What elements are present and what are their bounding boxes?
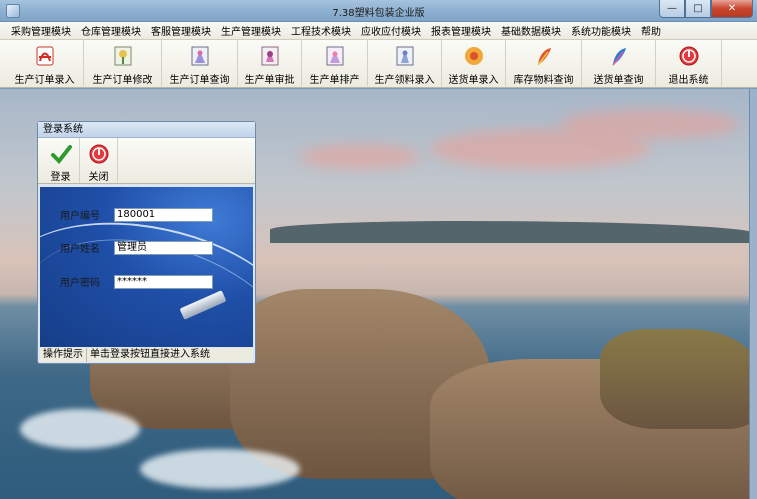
menu-warehouse[interactable]: 仓库管理模块: [76, 23, 146, 38]
flower-icon: [111, 44, 135, 68]
flower-icon: [258, 44, 282, 68]
rock: [600, 329, 757, 429]
login-button[interactable]: 登录: [42, 138, 80, 183]
exit-icon: [677, 44, 701, 68]
user-id-label: 用户编号: [60, 211, 100, 222]
exit-system-button[interactable]: 退出系统: [656, 40, 722, 86]
status-bar: 操作提示 单击登录按钮直接进入系统: [40, 348, 253, 362]
user-name-label: 用户姓名: [60, 244, 100, 255]
wave-foam: [140, 449, 300, 489]
password-input[interactable]: ******: [114, 274, 213, 289]
user-id-input[interactable]: 180001: [114, 207, 213, 222]
close-dialog-button[interactable]: 关闭: [80, 138, 118, 183]
menu-accounts[interactable]: 应收应付模块: [356, 23, 426, 38]
dialog-toolbar: 登录 关闭: [38, 138, 255, 184]
inventory-query-button[interactable]: 库存物料查询: [506, 40, 582, 86]
pdf-icon: [33, 44, 57, 68]
close-window-button[interactable]: ✕: [711, 0, 753, 18]
title-bar: 7.38塑料包装企业版 — □ ✕: [0, 0, 757, 22]
status-label: 操作提示: [40, 348, 87, 362]
status-text: 单击登录按钮直接进入系统: [90, 349, 210, 360]
wave-foam: [20, 409, 140, 449]
toolbar: 生产订单录入 生产订单修改 生产订单查询 生产单审批 生产单排产 生产领料录入: [0, 40, 757, 88]
production-order-entry-button[interactable]: 生产订单录入: [6, 40, 84, 86]
feather-icon: [532, 44, 556, 68]
flower-icon: [188, 44, 212, 68]
feather-icon: [607, 44, 631, 68]
production-approval-button[interactable]: 生产单审批: [238, 40, 302, 86]
menu-reports[interactable]: 报表管理模块: [426, 23, 496, 38]
flower-icon: [393, 44, 417, 68]
cloud: [560, 109, 740, 139]
menu-purchase[interactable]: 采购管理模块: [6, 23, 76, 38]
production-schedule-button[interactable]: 生产单排产: [302, 40, 368, 86]
menu-bar: 采购管理模块 仓库管理模块 客服管理模块 生产管理模块 工程技术模块 应收应付模…: [0, 22, 757, 40]
close-icon: [89, 144, 108, 164]
user-name-input[interactable]: 管理员: [114, 240, 213, 255]
password-row: 用户密码 ******: [60, 274, 213, 289]
menu-system[interactable]: 系统功能模块: [566, 23, 636, 38]
checkmark-icon: [50, 145, 72, 165]
window-frame: [749, 89, 757, 499]
flower-icon: [323, 44, 347, 68]
production-order-query-button[interactable]: 生产订单查询: [162, 40, 238, 86]
maximize-button[interactable]: □: [685, 0, 711, 18]
minimize-button[interactable]: —: [659, 0, 685, 18]
delivery-note-query-button[interactable]: 送货单查询: [582, 40, 656, 86]
user-id-row: 用户编号 180001: [60, 207, 213, 222]
window-controls: — □ ✕: [659, 0, 753, 18]
password-label: 用户密码: [60, 278, 100, 289]
menu-base-data[interactable]: 基础数据模块: [496, 23, 566, 38]
delivery-note-entry-button[interactable]: 送货单录入: [442, 40, 506, 86]
login-dialog: 登录系统 登录 关闭 用户编号 180001 用户姓名 管理员 用户密码 ***…: [37, 121, 256, 364]
distant-hills: [270, 221, 757, 243]
user-name-row: 用户姓名 管理员: [60, 240, 213, 255]
dialog-title: 登录系统: [38, 122, 255, 138]
menu-production[interactable]: 生产管理模块: [216, 23, 286, 38]
production-order-edit-button[interactable]: 生产订单修改: [84, 40, 162, 86]
login-panel: 用户编号 180001 用户姓名 管理员 用户密码 ******: [40, 187, 253, 347]
menu-customer-service[interactable]: 客服管理模块: [146, 23, 216, 38]
menu-engineering[interactable]: 工程技术模块: [286, 23, 356, 38]
menu-help[interactable]: 帮助: [636, 23, 666, 38]
material-requisition-entry-button[interactable]: 生产领料录入: [368, 40, 442, 86]
cloud: [300, 144, 420, 169]
sunflower-icon: [462, 44, 486, 68]
window-title: 7.38塑料包装企业版: [332, 8, 425, 19]
